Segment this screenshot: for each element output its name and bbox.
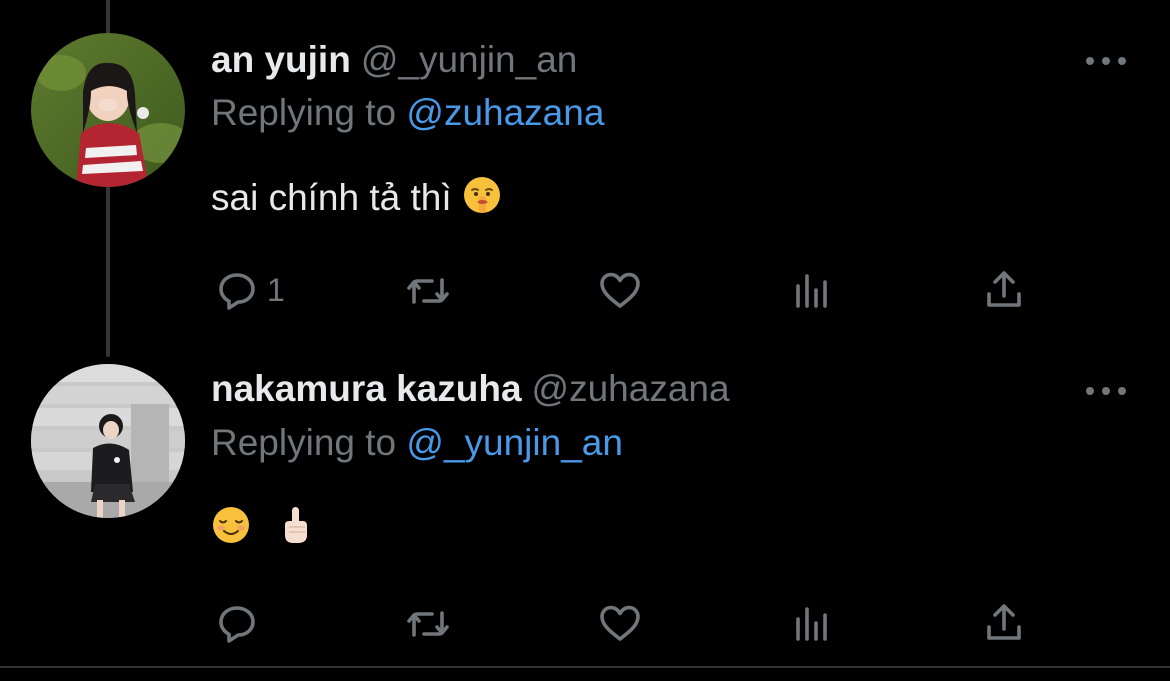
views-icon: [796, 607, 827, 641]
mention-link[interactable]: @_yunjin_an: [406, 422, 623, 463]
retweet-icon: [407, 611, 449, 637]
replying-to-label: Replying to: [211, 92, 397, 133]
reply-count: 1: [267, 271, 285, 308]
like-button[interactable]: [596, 264, 644, 316]
views-button[interactable]: [788, 264, 836, 316]
user-handle[interactable]: @_yunjin_an: [361, 39, 578, 80]
reply-icon: [219, 273, 255, 310]
replying-to-line: Replying to @zuhazana: [211, 91, 604, 135]
conversation-thread: an yujin @_yunjin_an Replying to @zuhazan…: [0, 0, 1170, 681]
tweet[interactable]: nakamura kazuha @zuhazana Replying to @_y…: [0, 357, 1170, 657]
tweet[interactable]: an yujin @_yunjin_an Replying to @zuhazan…: [0, 0, 1170, 345]
tweet-actions: 1: [0, 264, 1170, 316]
reply-icon: [219, 606, 255, 643]
more-icon[interactable]: [1086, 384, 1126, 398]
reply-button[interactable]: [213, 597, 267, 649]
avatar-image: [31, 33, 185, 187]
share-button[interactable]: [980, 264, 1028, 316]
index-pointing-up-emoji: [279, 505, 313, 555]
retweet-button[interactable]: [404, 264, 452, 316]
user-handle[interactable]: @zuhazana: [532, 368, 730, 409]
like-icon: [600, 605, 640, 641]
display-name[interactable]: nakamura kazuha: [211, 368, 522, 409]
tweet-body: sai chính tả thì: [211, 176, 452, 218]
display-name[interactable]: an yujin: [211, 39, 351, 80]
like-button[interactable]: [596, 597, 644, 649]
tweet-header: nakamura kazuha @zuhazana: [211, 367, 730, 411]
shushing-face-emoji: [462, 175, 502, 225]
views-icon: [796, 274, 827, 308]
share-icon: [987, 271, 1021, 307]
tweet-divider: [0, 666, 1170, 668]
tweet-text: sai chính tả thì: [211, 175, 502, 225]
avatar-image: [31, 364, 185, 518]
replying-to-line: Replying to @_yunjin_an: [211, 421, 623, 465]
replying-to-label: Replying to: [211, 422, 397, 463]
retweet-button[interactable]: [404, 597, 452, 649]
tweet-actions: [0, 597, 1170, 649]
avatar[interactable]: [31, 33, 185, 187]
avatar[interactable]: [31, 364, 185, 518]
tweet-header: an yujin @_yunjin_an: [211, 38, 577, 82]
views-button[interactable]: [788, 597, 836, 649]
share-icon: [987, 604, 1021, 640]
retweet-icon: [407, 278, 449, 304]
smiling-face-emoji: [211, 505, 251, 555]
share-button[interactable]: [980, 597, 1028, 649]
more-icon[interactable]: [1086, 54, 1126, 68]
like-icon: [600, 272, 640, 308]
tweet-text: [211, 505, 313, 555]
reply-button[interactable]: 1: [213, 264, 285, 316]
mention-link[interactable]: @zuhazana: [406, 92, 604, 133]
